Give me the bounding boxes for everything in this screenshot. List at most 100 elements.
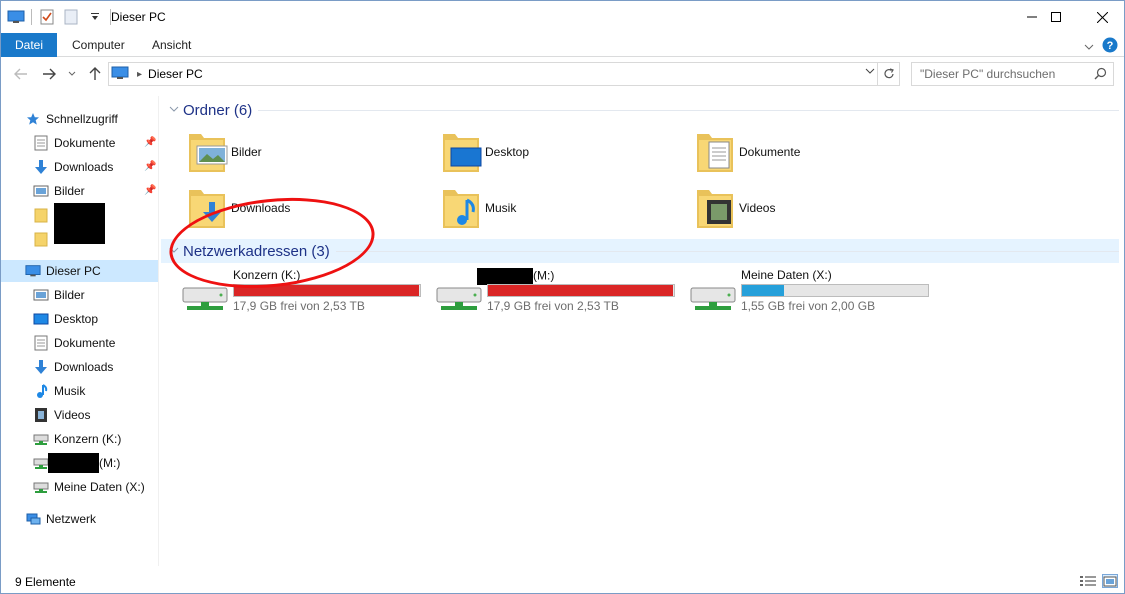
expand-ribbon-icon[interactable]: [1084, 40, 1094, 54]
drive-usage-fill: [234, 285, 419, 296]
nav-quick-downloads[interactable]: Downloads: [33, 156, 113, 178]
pictures-icon: [33, 183, 49, 199]
folder-item-desktop[interactable]: Desktop: [439, 128, 689, 176]
nav-label: Musik: [54, 384, 86, 398]
close-icon: [1096, 11, 1108, 23]
tab-file[interactable]: Datei: [1, 33, 57, 57]
recent-locations-button[interactable]: [65, 64, 79, 84]
drive-usage-fill: [742, 285, 784, 296]
nav-label: Dokumente: [54, 336, 116, 350]
music-icon: [33, 383, 49, 399]
folder-label: Bilder: [231, 145, 262, 159]
nav-label: Bilder: [54, 288, 85, 302]
chevron-down-icon: [68, 71, 76, 76]
collapse-chevron-icon[interactable]: [169, 105, 183, 116]
address-bar[interactable]: ▸ Dieser PC: [108, 62, 878, 86]
folder-item-documents[interactable]: Dokumente: [693, 128, 943, 176]
group-header-network-locations[interactable]: Netzwerkadressen (3): [161, 239, 1119, 263]
up-button[interactable]: [85, 64, 105, 84]
search-icon[interactable]: [1094, 67, 1107, 83]
network-drive-icon: [689, 284, 737, 314]
folder-item-pictures[interactable]: Bilder: [185, 128, 435, 176]
computer-icon[interactable]: [7, 9, 25, 25]
forward-button[interactable]: [39, 64, 59, 84]
nav-network[interactable]: Netzwerk: [25, 508, 96, 530]
nav-label: Videos: [54, 408, 91, 422]
svg-text:?: ?: [1107, 40, 1114, 52]
computer-icon: [111, 66, 129, 83]
window-title: Dieser PC: [111, 10, 166, 24]
nav-pc-videos[interactable]: Videos: [33, 404, 90, 426]
group-title: Netzwerkadressen (3): [183, 242, 330, 260]
drive-free-space: 17,9 GB frei von 2,53 TB: [487, 299, 619, 313]
address-history-chevron-icon[interactable]: [865, 67, 875, 78]
maximize-icon: [1051, 12, 1061, 22]
breadcrumb-separator-icon[interactable]: ▸: [137, 69, 142, 80]
nav-redacted-folder[interactable]: [33, 228, 54, 250]
search-input[interactable]: [912, 63, 1087, 85]
drive-item-k[interactable]: Konzern (K:) 17,9 GB frei von 2,53 TB: [161, 268, 421, 324]
folder-item-videos[interactable]: Videos: [693, 184, 943, 232]
nav-this-pc[interactable]: Dieser PC: [1, 260, 158, 282]
nav-quick-access[interactable]: Schnellzugriff: [25, 108, 118, 130]
folder-item-downloads[interactable]: Downloads: [185, 184, 435, 232]
drive-item-m[interactable]: (M:) 17,9 GB frei von 2,53 TB: [415, 268, 675, 324]
nav-pc-music[interactable]: Musik: [33, 380, 85, 402]
group-title: Ordner (6): [183, 101, 253, 119]
folder-item-music[interactable]: Musik: [439, 184, 689, 232]
nav-pc-documents[interactable]: Dokumente: [33, 332, 115, 354]
refresh-button[interactable]: [878, 62, 900, 86]
folder-icon: [33, 207, 49, 223]
drive-free-space: 1,55 GB frei von 2,00 GB: [741, 299, 876, 313]
documents-icon: [33, 335, 49, 351]
tab-computer[interactable]: Computer: [58, 33, 139, 57]
pin-icon[interactable]: 📌: [144, 185, 156, 196]
downloads-icon: [33, 359, 49, 375]
nav-pc-drive-k[interactable]: Konzern (K:): [33, 428, 121, 450]
drive-usage-bar: [487, 284, 675, 297]
nav-pc-pictures[interactable]: Bilder: [33, 284, 85, 306]
computer-icon: [25, 263, 41, 279]
group-divider: [258, 109, 1119, 111]
pin-icon[interactable]: 📌: [144, 137, 156, 148]
pin-icon[interactable]: 📌: [144, 161, 156, 172]
nav-pc-drive-x[interactable]: Meine Daten (X:): [33, 476, 145, 498]
tab-view[interactable]: Ansicht: [138, 33, 205, 57]
drive-name: Meine Daten (X:): [741, 268, 832, 282]
nav-redacted-folder[interactable]: [33, 204, 54, 226]
network-icon: [25, 511, 41, 527]
navigation-pane: Schnellzugriff Dokumente 📌 Downloads 📌 B…: [1, 96, 159, 566]
nav-label: Konzern (K:): [54, 432, 122, 446]
drive-usage-bar: [233, 284, 421, 297]
details-view-icon[interactable]: [1080, 574, 1096, 588]
large-icons-view-icon[interactable]: [1102, 574, 1118, 588]
nav-quick-pictures[interactable]: Bilder: [33, 180, 85, 202]
nav-label: Bilder: [54, 184, 85, 198]
new-folder-icon[interactable]: [62, 9, 80, 25]
downloads-folder-icon: [185, 184, 229, 232]
properties-icon[interactable]: [38, 9, 56, 25]
downloads-icon: [33, 159, 49, 175]
desktop-folder-icon: [439, 128, 483, 176]
network-drive-icon: [33, 479, 49, 495]
drive-item-x[interactable]: Meine Daten (X:) 1,55 GB frei von 2,00 G…: [669, 268, 929, 324]
group-divider: [335, 250, 1119, 252]
customize-chevron-icon[interactable]: [86, 9, 104, 25]
nav-label: Downloads: [54, 360, 114, 374]
maximize-button[interactable]: [1033, 1, 1079, 33]
back-button[interactable]: [11, 64, 31, 84]
help-icon[interactable]: ?: [1102, 37, 1118, 56]
nav-pc-downloads[interactable]: Downloads: [33, 356, 113, 378]
breadcrumb[interactable]: Dieser PC: [148, 67, 203, 81]
drive-name: Konzern (K:): [233, 268, 301, 282]
quick-access-toolbar: [7, 7, 111, 27]
group-header-folders[interactable]: Ordner (6): [169, 100, 1119, 120]
nav-pc-desktop[interactable]: Desktop: [33, 308, 98, 330]
nav-pc-drive-m[interactable]: (M:): [33, 452, 120, 474]
nav-quick-documents[interactable]: Dokumente: [33, 132, 115, 154]
close-button[interactable]: [1079, 1, 1125, 33]
documents-folder-icon: [693, 128, 737, 176]
nav-label: Meine Daten (X:): [54, 480, 145, 494]
collapse-chevron-icon[interactable]: [169, 246, 183, 257]
search-box[interactable]: [911, 62, 1114, 86]
